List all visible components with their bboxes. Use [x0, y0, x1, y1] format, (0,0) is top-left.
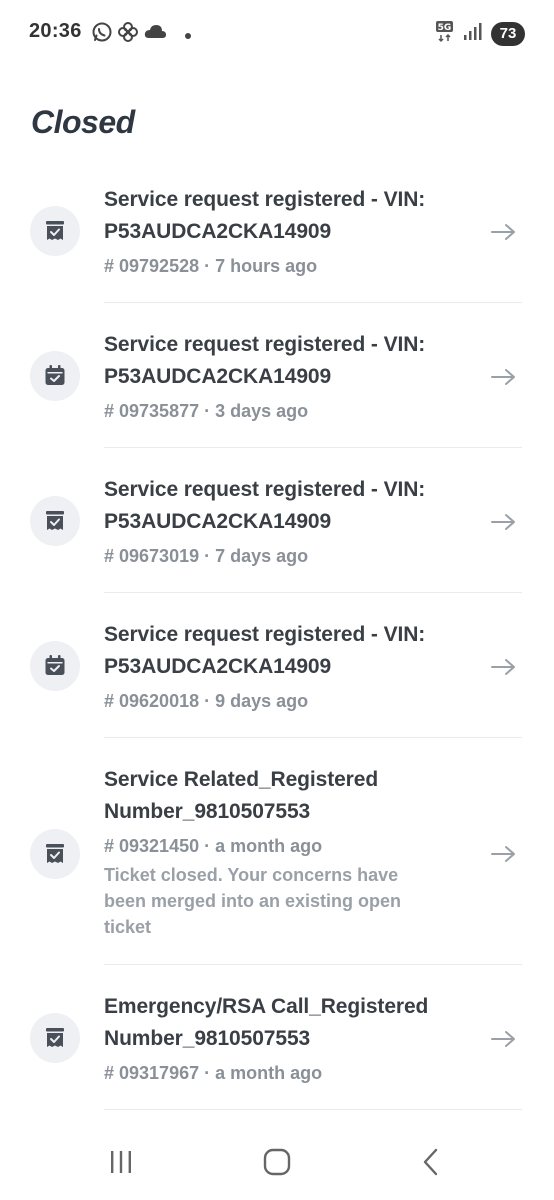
ticket-title: Service Related_Registered Number_981050…: [104, 764, 522, 828]
back-icon[interactable]: [412, 1146, 452, 1178]
page-title: Closed: [31, 104, 135, 140]
status-time: 20:36: [29, 20, 82, 42]
ticket-list: Service request registered - VIN: P53AUD…: [0, 166, 554, 1110]
ticket-meta: # 09735877 · 3 days ago: [104, 401, 309, 421]
ticket-title: Service request registered - VIN: P53AUD…: [104, 329, 522, 393]
ticket-title-line1: Service request registered - VIN:: [104, 623, 426, 646]
ticket-check-icon: [30, 496, 80, 546]
ticket-item[interactable]: Emergency/RSA Call_Registered Number_981…: [30, 965, 522, 1110]
arrow-right-icon[interactable]: [490, 367, 518, 387]
cloud-icon: [143, 22, 167, 47]
arrow-right-icon[interactable]: [490, 657, 518, 677]
whatsapp-icon: [91, 21, 113, 48]
status-system-icons: 5G 73: [435, 19, 525, 48]
ticket-title: Service request registered - VIN: P53AUD…: [104, 474, 522, 538]
ticket-title-line1: Service request registered - VIN:: [104, 188, 426, 211]
ticket-title-line1: Service request registered - VIN:: [104, 333, 426, 356]
svg-text:5G: 5G: [438, 23, 452, 33]
ticket-title-line2: P53AUDCA2CKA14909: [104, 510, 332, 533]
arrow-right-icon[interactable]: [490, 512, 518, 532]
ticket-title-line2: Number_9810507553: [104, 800, 311, 823]
ticket-title-line1: Service request registered - VIN:: [104, 478, 426, 501]
ticket-note: Ticket closed. Your concerns have been m…: [104, 865, 402, 937]
signal-icon: [463, 21, 483, 46]
recents-icon[interactable]: [101, 1146, 141, 1178]
system-nav-bar: [0, 1120, 554, 1200]
status-bar: 20:36 5G 73: [0, 0, 554, 64]
dot-icon: [185, 32, 191, 39]
ticket-meta: # 09620018 · 9 days ago: [104, 691, 309, 711]
arrow-right-icon[interactable]: [490, 844, 518, 864]
ticket-check-icon: [30, 829, 80, 879]
ticket-title-line2: Number_9810507553: [104, 1027, 311, 1050]
ticket-meta: # 09317967 · a month ago: [104, 1063, 323, 1083]
ticket-item[interactable]: Service request registered - VIN: P53AUD…: [30, 303, 522, 448]
ticket-title-line2: P53AUDCA2CKA14909: [104, 365, 332, 388]
home-icon[interactable]: [257, 1146, 297, 1178]
5g-icon: 5G: [435, 19, 455, 48]
ticket-title: Emergency/RSA Call_Registered Number_981…: [104, 991, 522, 1055]
ticket-item[interactable]: Service Related_Registered Number_981050…: [30, 738, 522, 965]
ticket-meta: # 09792528 · 7 hours ago: [104, 256, 318, 276]
ticket-meta: # 09673019 · 7 days ago: [104, 546, 309, 566]
calendar-check-icon: [30, 641, 80, 691]
ticket-check-icon: [30, 206, 80, 256]
ticket-title: Service request registered - VIN: P53AUD…: [104, 184, 522, 248]
arrow-right-icon[interactable]: [490, 222, 518, 242]
ticket-title: Service request registered - VIN: P53AUD…: [104, 619, 522, 683]
calendar-check-icon: [30, 351, 80, 401]
pinwheel-icon: [117, 21, 139, 48]
ticket-meta: # 09321450 · a month ago: [104, 836, 323, 856]
ticket-check-icon: [30, 1013, 80, 1063]
ticket-title-line1: Emergency/RSA Call_Registered: [104, 995, 429, 1018]
ticket-title-line1: Service Related_Registered: [104, 768, 379, 791]
status-notification-icons: [91, 21, 191, 48]
ticket-item[interactable]: Service request registered - VIN: P53AUD…: [30, 593, 522, 738]
ticket-item[interactable]: Service request registered - VIN: P53AUD…: [30, 448, 522, 593]
ticket-title-line2: P53AUDCA2CKA14909: [104, 655, 332, 678]
battery-icon: 73: [491, 21, 525, 46]
ticket-title-line2: P53AUDCA2CKA14909: [104, 220, 332, 243]
ticket-item[interactable]: Service request registered - VIN: P53AUD…: [30, 166, 522, 303]
arrow-right-icon[interactable]: [490, 1029, 518, 1049]
